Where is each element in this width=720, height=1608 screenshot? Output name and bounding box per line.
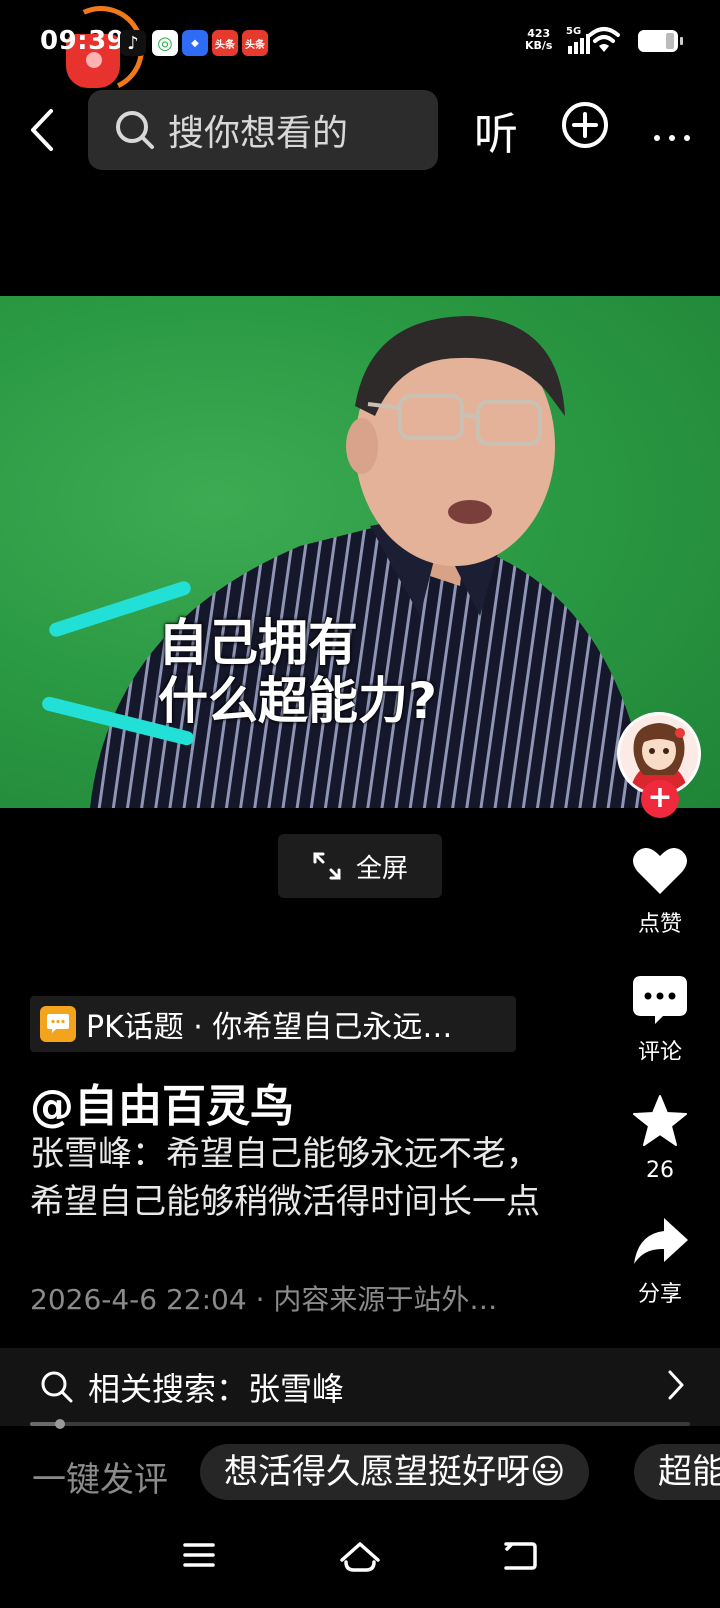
blue-app-icon: ◆ xyxy=(182,30,208,56)
share-button[interactable]: 分享 xyxy=(620,1218,700,1308)
system-nav-bar xyxy=(0,1520,720,1608)
search-icon xyxy=(40,1370,74,1404)
share-arrow-icon xyxy=(634,1218,688,1264)
topic-icon xyxy=(40,1006,76,1042)
chevron-right-icon xyxy=(668,1370,684,1400)
comment-label: 评论 xyxy=(637,1040,682,1065)
share-label: 分享 xyxy=(637,1282,682,1307)
fullscreen-label: 全屏 xyxy=(355,853,408,884)
related-search-label: 相关搜索：张雪峰 xyxy=(88,1370,345,1408)
more-button[interactable] xyxy=(652,112,692,152)
green-app-icon: ◎ xyxy=(152,30,178,56)
like-button[interactable]: 点赞 xyxy=(620,846,700,938)
topic-text: PK话题 · 你希望自己永远… xyxy=(86,1010,453,1045)
menu-icon xyxy=(183,1543,215,1567)
star-icon xyxy=(633,1095,687,1146)
video-progress-knob[interactable] xyxy=(54,1419,65,1429)
search-input[interactable]: 搜你想看的 xyxy=(88,90,438,170)
status-time: 09:39 xyxy=(40,26,126,56)
plus-circle-icon xyxy=(562,102,608,148)
status-bar: 09:39 ♪ ◎ ◆ 头条 头条 423 KB/s 5G xyxy=(0,0,720,105)
quick-comment-chip[interactable]: 想活得久愿望挺好呀😃 xyxy=(200,1444,590,1500)
add-button[interactable] xyxy=(560,100,610,154)
topic-chip[interactable]: PK话题 · 你希望自己永远… xyxy=(30,996,516,1052)
back-button[interactable] xyxy=(18,100,66,160)
comment-button[interactable]: 评论 xyxy=(620,976,700,1066)
post-description: 张雪峰：希望自己能够永远不老，希望自己能够稍微活得时间长一点 xyxy=(30,1134,540,1222)
related-search-bar[interactable]: 相关搜索：张雪峰 xyxy=(0,1348,720,1426)
fullscreen-button[interactable]: 全屏 xyxy=(278,834,442,898)
like-label: 点赞 xyxy=(637,912,682,937)
author-name[interactable]: @自由百灵鸟 xyxy=(30,1070,294,1134)
tiktok-icon: ♪ xyxy=(120,30,146,56)
video-progress-bar[interactable] xyxy=(30,1419,690,1429)
video-caption: 自己拥有 什么超能力? xyxy=(158,614,438,730)
home-button[interactable] xyxy=(338,1540,382,1578)
post-meta: 2026-4-6 22:04 · 内容来源于站外… xyxy=(30,1283,498,1316)
search-placeholder: 搜你想看的 xyxy=(168,113,349,154)
search-icon xyxy=(114,109,156,151)
heart-icon xyxy=(633,847,687,894)
quick-comment-chip[interactable]: 超能 xyxy=(634,1444,720,1500)
menu-button[interactable] xyxy=(182,1540,216,1574)
speaker-figure xyxy=(90,316,650,808)
toutiao-icon: 头条 xyxy=(212,30,238,56)
toutiao-icon: 头条 xyxy=(242,30,268,56)
battery-icon xyxy=(638,30,683,52)
net-speed: 423 KB/s xyxy=(525,27,553,52)
return-icon xyxy=(504,1542,537,1570)
favorite-count: 26 xyxy=(646,1158,674,1183)
more-icon xyxy=(654,135,690,141)
home-icon xyxy=(340,1542,380,1572)
chevron-left-icon xyxy=(31,109,53,151)
video-player[interactable]: 自己拥有 什么超能力? xyxy=(0,296,720,808)
follow-button[interactable]: + xyxy=(641,780,679,818)
wifi-icon xyxy=(588,27,620,52)
comment-icon xyxy=(633,976,687,1024)
listen-button[interactable]: 听 xyxy=(474,98,518,162)
favorite-button[interactable]: 26 xyxy=(620,1094,700,1183)
quick-comment-label: 一键发评 xyxy=(32,1460,168,1500)
expand-icon xyxy=(313,852,341,880)
back-nav-button[interactable] xyxy=(502,1540,538,1576)
